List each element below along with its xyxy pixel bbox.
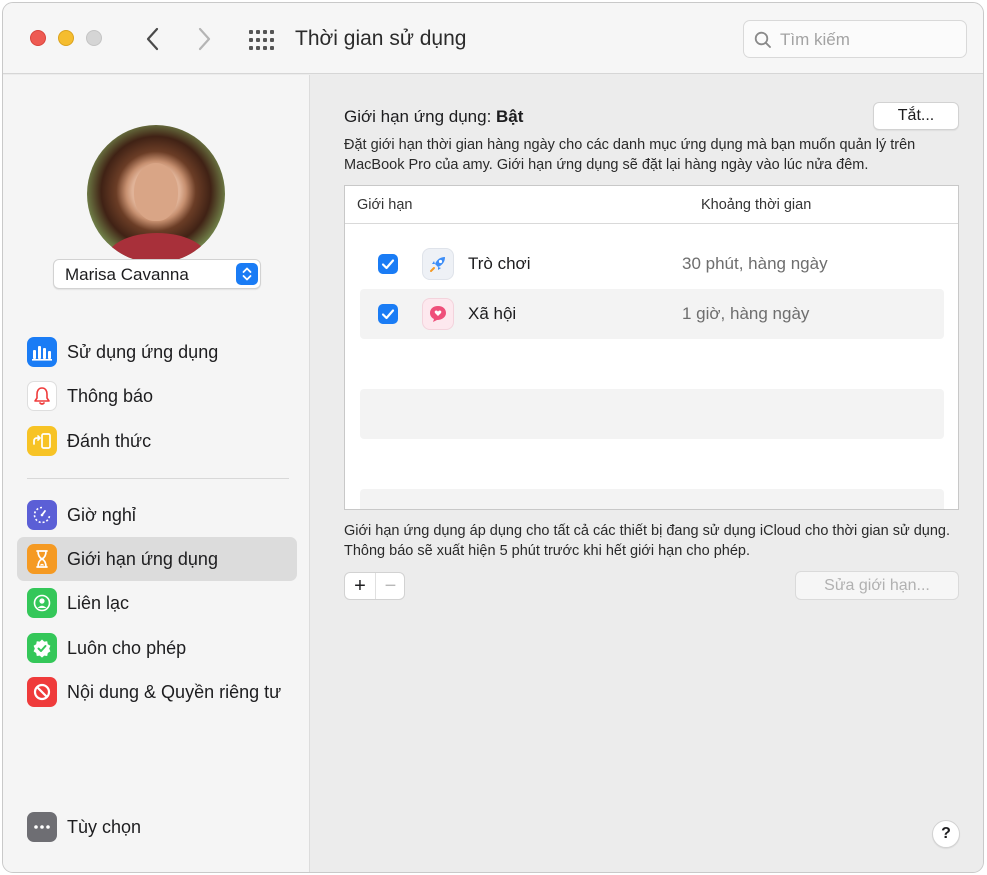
category-time: 30 phút, hàng ngày [682,254,828,273]
checkmark-icon [381,309,395,320]
sidebar-item-label: Luôn cho phép [67,638,187,658]
title-bar: Thời gian sử dụng [3,3,983,74]
rocket-icon [422,248,454,280]
sidebar-item-label: Tùy chọn [67,817,142,837]
sidebar-item-app-usage[interactable]: Sử dụng ứng dụng [17,330,297,374]
app-limits-title: Giới hạn ứng dụng: [344,107,492,126]
sidebar-item-options[interactable]: Tùy chọn [17,805,297,849]
sidebar-divider [27,478,289,479]
description-text: Đặt giới hạn thời gian hàng ngày cho các… [344,137,916,173]
category-name: Trò chơi [468,254,531,273]
row-checkbox[interactable] [378,254,398,274]
sidebar-item-label: Giới hạn ứng dụng [67,549,218,569]
system-preferences-window: Thời gian sử dụng Marisa Cavanna Sử dụng… [2,2,984,873]
table-row-empty [360,389,944,439]
grid-icon [249,30,274,50]
help-button[interactable]: ? [932,820,960,848]
user-name: Marisa Cavanna [65,265,189,284]
sidebar-item-label: Nội dung & Quyền riêng tư [67,682,282,702]
category-time: 1 giờ, hàng ngày [682,304,810,323]
more-dots-icon [27,812,57,842]
search-icon [754,31,771,48]
select-stepper-icon [236,263,258,285]
user-avatar [87,125,225,263]
user-select[interactable]: Marisa Cavanna [53,259,261,289]
sidebar-item-app-limits[interactable]: Giới hạn ứng dụng [17,537,297,581]
sidebar-item-label: Giờ nghỉ [67,505,136,525]
hourglass-icon [27,544,57,574]
pickup-icon [27,426,57,456]
downtime-icon [27,500,57,530]
sidebar-item-label: Đánh thức [67,431,152,451]
checkmark-shield-icon [27,633,57,663]
category-name: Xã hội [468,304,517,323]
turn-off-button[interactable]: Tắt... [873,102,959,130]
main-pane: Giới hạn ứng dụng: Bật Tắt... Đặt giới h… [311,75,983,872]
sidebar-item-communication[interactable]: Liên lạc [17,581,297,625]
app-limits-state: Bật [496,107,524,126]
sidebar-item-downtime[interactable]: Giờ nghỉ [17,493,297,537]
add-remove-control: + − [344,572,405,600]
sidebar-item-content-privacy[interactable]: Nội dung & Quyền riêng tư [17,670,297,714]
remove-limit-button[interactable]: − [375,573,405,599]
icloud-note-text: Giới hạn ứng dụng áp dụng cho tất cả các… [344,523,950,559]
table-header: Giới hạn Khoảng thời gian [345,186,958,224]
window-title: Thời gian sử dụng [295,27,467,50]
sidebar: Marisa Cavanna Sử dụng ứng dụng Thông bá… [3,75,310,872]
column-header-limit[interactable]: Giới hạn [357,197,412,213]
forward-button[interactable] [192,25,216,53]
limits-table: Giới hạn Khoảng thời gian Trò chơi 30 ph… [344,185,959,510]
table-row[interactable]: Trò chơi 30 phút, hàng ngày [360,239,944,289]
close-window-button[interactable] [30,30,46,46]
chevron-right-icon [198,27,211,51]
sidebar-item-always-allowed[interactable]: Luôn cho phép [17,626,297,670]
show-all-button[interactable] [247,29,275,51]
sidebar-item-notifications[interactable]: Thông báo [17,374,297,418]
sidebar-item-label: Thông báo [67,386,154,406]
search-field[interactable] [743,20,967,58]
chevron-left-icon [146,27,159,51]
table-row[interactable]: Xã hội 1 giờ, hàng ngày [360,289,944,339]
checkmark-icon [381,259,395,270]
search-input[interactable] [780,29,960,51]
column-header-time[interactable]: Khoảng thời gian [701,197,811,213]
prohibited-icon [27,677,57,707]
app-limits-status: Giới hạn ứng dụng: Bật [344,107,523,127]
add-limit-button[interactable]: + [345,573,375,599]
zoom-window-button[interactable] [86,30,102,46]
edit-limits-button[interactable]: Sửa giới hạn... [795,571,959,600]
sidebar-item-pickups[interactable]: Đánh thức [17,419,297,463]
bell-icon [27,381,57,411]
social-bubble-icon [422,298,454,330]
contact-icon [27,588,57,618]
row-checkbox[interactable] [378,304,398,324]
sidebar-item-label: Sử dụng ứng dụng [67,342,219,362]
bar-chart-icon [27,337,57,367]
minimize-window-button[interactable] [58,30,74,46]
sidebar-item-label: Liên lạc [67,593,130,613]
table-row-empty [360,489,944,509]
back-button[interactable] [141,25,165,53]
